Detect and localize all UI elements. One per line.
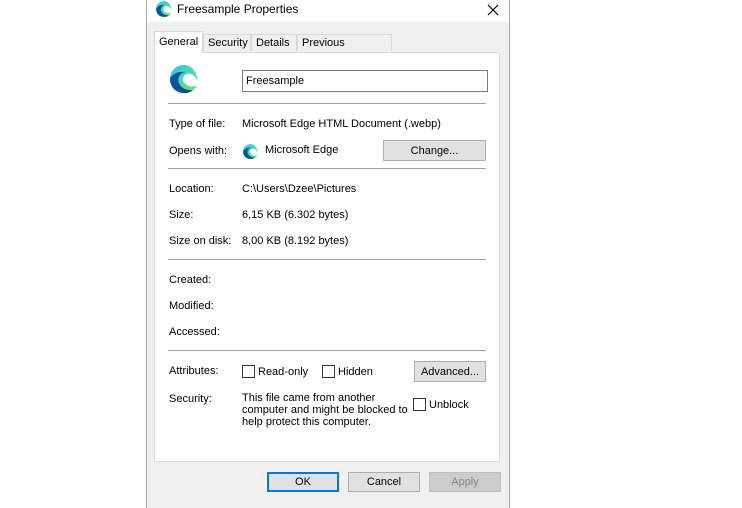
size-on-disk-label: Size on disk: bbox=[169, 235, 232, 247]
type-of-file-value: Microsoft Edge HTML Document (.webp) bbox=[242, 118, 441, 130]
created-label: Created: bbox=[169, 274, 212, 286]
properties-dialog: Freesample Properties General Security D… bbox=[146, 0, 510, 508]
divider bbox=[168, 259, 486, 261]
read-only-checkbox[interactable] bbox=[242, 365, 255, 378]
close-icon bbox=[487, 4, 499, 16]
file-name-input[interactable] bbox=[242, 70, 488, 92]
cancel-button[interactable]: Cancel bbox=[348, 472, 420, 492]
hidden-checkbox[interactable] bbox=[322, 365, 335, 378]
location-value: C:\Users\Dzee\Pictures bbox=[242, 183, 357, 195]
microsoft-edge-icon bbox=[170, 65, 198, 93]
attributes-label: Attributes: bbox=[169, 365, 219, 377]
divider bbox=[168, 350, 486, 352]
window-title: Freesample Properties bbox=[177, 2, 299, 16]
modified-label: Modified: bbox=[169, 300, 214, 312]
security-message: This file came from another computer and… bbox=[242, 392, 408, 428]
unblock-label: Unblock bbox=[429, 399, 469, 411]
apply-button[interactable]: Apply bbox=[429, 472, 501, 492]
microsoft-edge-icon bbox=[156, 1, 172, 17]
type-of-file-label: Type of file: bbox=[169, 118, 226, 130]
opens-with-value: Microsoft Edge bbox=[265, 144, 339, 156]
tab-security[interactable]: Security bbox=[203, 34, 251, 51]
general-tab-panel: Type of file: Microsoft Edge HTML Docume… bbox=[154, 52, 500, 462]
ok-button[interactable]: OK bbox=[267, 472, 339, 492]
tab-general[interactable]: General bbox=[154, 31, 203, 53]
size-label: Size: bbox=[169, 209, 194, 221]
opens-with-label: Opens with: bbox=[169, 145, 228, 157]
size-value: 6,15 KB (6.302 bytes) bbox=[242, 209, 349, 221]
tab-details[interactable]: Details bbox=[251, 34, 297, 51]
read-only-label: Read-only bbox=[258, 366, 309, 378]
size-on-disk-value: 8,00 KB (8.192 bytes) bbox=[242, 235, 349, 247]
security-label: Security: bbox=[169, 393, 212, 405]
accessed-label: Accessed: bbox=[169, 326, 220, 338]
advanced-button[interactable]: Advanced... bbox=[414, 361, 486, 382]
location-label: Location: bbox=[169, 183, 214, 195]
unblock-checkbox[interactable] bbox=[413, 398, 426, 411]
divider bbox=[168, 103, 486, 105]
microsoft-edge-icon bbox=[243, 144, 258, 159]
tab-previous-versions[interactable]: Previous Versions bbox=[297, 34, 392, 66]
close-button[interactable] bbox=[477, 0, 509, 22]
hidden-label: Hidden bbox=[338, 366, 373, 378]
change-button[interactable]: Change... bbox=[383, 140, 486, 161]
title-bar[interactable]: Freesample Properties bbox=[147, 0, 509, 22]
divider bbox=[168, 168, 486, 170]
